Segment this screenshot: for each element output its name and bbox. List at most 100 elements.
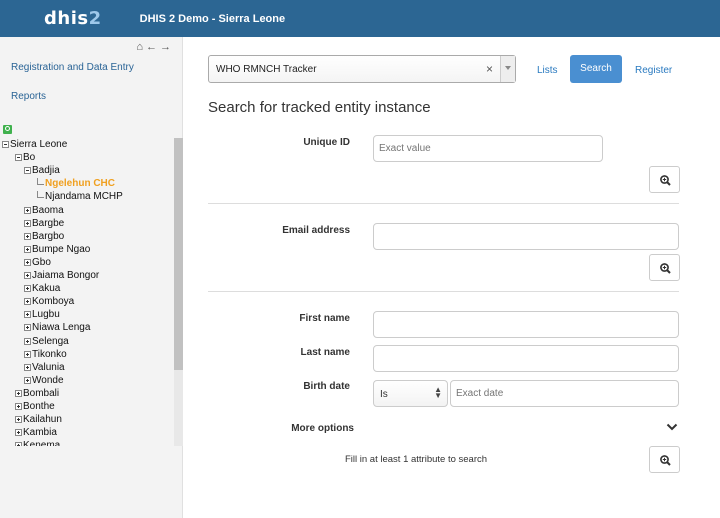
tree-item[interactable]: Ngelehun CHC <box>37 177 115 190</box>
tree-item-label: Bombali <box>23 387 60 399</box>
expand-icon[interactable] <box>24 298 31 306</box>
chevron-down-icon[interactable] <box>500 56 515 82</box>
expand-icon[interactable] <box>24 285 31 293</box>
section-divider <box>208 203 679 204</box>
tree-item[interactable]: Bargbo <box>24 230 64 243</box>
unique-id-input[interactable] <box>373 135 603 162</box>
tree-item[interactable]: Njandama MCHP <box>37 190 123 203</box>
updown-icon: ▲ ▼ <box>434 385 442 400</box>
expand-icon[interactable] <box>15 403 22 410</box>
tree-item-label: Njandama MCHP <box>45 191 123 203</box>
tree-item-label: Bargbe <box>32 217 65 229</box>
tree-item[interactable]: Komboya <box>24 295 74 308</box>
tree-item[interactable]: Baoma <box>24 204 64 217</box>
chevron-down-icon[interactable] <box>666 423 678 431</box>
tree-item[interactable]: Badjia <box>24 164 60 177</box>
tree-item-label: Kailahun <box>23 414 62 426</box>
app-title: DHIS 2 Demo - Sierra Leone <box>139 12 286 25</box>
register-link[interactable]: Register <box>635 65 672 76</box>
tree-item[interactable]: Gbo <box>24 256 51 269</box>
first-name-input[interactable] <box>373 311 679 338</box>
collapse-icon[interactable] <box>24 167 31 175</box>
tree-item[interactable]: Kailahun <box>15 413 62 426</box>
tree-item[interactable]: Sierra Leone <box>2 138 67 151</box>
expand-icon[interactable] <box>24 232 31 240</box>
tree-item-label: Komboya <box>32 296 75 308</box>
tree-item[interactable]: Selenga <box>24 335 69 348</box>
expand-icon[interactable] <box>15 416 22 424</box>
birth-date-input[interactable] <box>450 380 679 407</box>
tree-item[interactable]: Bumpe Ngao <box>24 243 90 256</box>
tree-item[interactable]: Wonde <box>24 374 64 387</box>
expand-icon[interactable] <box>24 337 31 345</box>
expand-icon[interactable] <box>24 219 31 227</box>
tree-item[interactable]: Lugbu <box>24 308 60 321</box>
program-select[interactable]: WHO RMNCH Tracker × <box>208 55 516 83</box>
collapse-icon[interactable] <box>2 141 9 148</box>
birth-date-operator-select[interactable]: Is ▲ ▼ <box>373 380 448 407</box>
last-name-label: Last name <box>300 347 350 358</box>
org-unit-tree: Sierra Leone Bo Badjia Ngelehun CHC Njandama… <box>0 138 174 446</box>
expand-icon[interactable] <box>24 363 31 371</box>
tree-item-label: Selenga <box>32 335 69 347</box>
home-icon[interactable]: ⌂ <box>136 41 146 53</box>
tree-item[interactable]: Niawa Lenga <box>24 321 90 334</box>
expand-icon[interactable] <box>24 258 31 266</box>
tree-item[interactable]: Tikonko <box>24 348 67 361</box>
dhis2-logo[interactable]: dhis2 <box>44 8 102 29</box>
unique-id-label: Unique ID <box>303 137 350 148</box>
arrow-right-icon[interactable]: → <box>160 41 174 53</box>
expand-icon[interactable] <box>24 245 31 253</box>
arrow-left-icon[interactable]: ← <box>146 41 160 53</box>
tree-item-label: Gbo <box>32 256 51 268</box>
tree-item[interactable]: Bombali <box>15 387 59 400</box>
tree-item[interactable]: Valunia <box>24 361 65 374</box>
reports-link[interactable]: Reports <box>11 91 46 102</box>
clear-icon[interactable]: × <box>486 62 493 76</box>
search-all-button[interactable] <box>649 446 680 473</box>
tree-item-label: Lugbu <box>32 309 60 321</box>
lists-link[interactable]: Lists <box>537 65 558 76</box>
birth-date-label: Birth date <box>303 381 350 392</box>
tree-item[interactable]: Bargbe <box>24 217 64 230</box>
expand-icon[interactable] <box>24 350 31 358</box>
expand-icon[interactable] <box>15 389 22 397</box>
tree-item[interactable]: Bonthe <box>15 400 55 413</box>
more-options-toggle[interactable]: More options <box>204 423 354 434</box>
tree-item[interactable]: Kenema <box>15 439 60 446</box>
search-unique-id-button[interactable] <box>649 166 680 193</box>
tree-item-label: Baoma <box>32 204 64 216</box>
zoom-in-icon <box>660 263 671 274</box>
tree-item[interactable]: Kakua <box>24 282 60 295</box>
tree-item-label: Kakua <box>32 283 61 295</box>
tree-item-label: Niawa Lenga <box>32 322 91 334</box>
org-unit-search-icon[interactable] <box>3 125 12 134</box>
tree-item-label: Kenema <box>23 440 61 446</box>
section-divider <box>208 291 679 292</box>
tree-item[interactable]: Bo <box>15 151 35 164</box>
expand-icon[interactable] <box>24 324 31 332</box>
sidebar-nav-icons: ⌂←→ <box>136 41 174 53</box>
tree-item-label: Wonde <box>32 374 64 386</box>
registration-data-entry-link[interactable]: Registration and Data Entry <box>11 62 134 73</box>
expand-icon[interactable] <box>24 376 31 384</box>
tree-item[interactable]: Kambia <box>15 426 57 439</box>
zoom-in-icon <box>660 455 671 466</box>
last-name-input[interactable] <box>373 345 679 372</box>
expand-icon[interactable] <box>24 272 31 279</box>
tree-leaf-connector <box>37 177 44 185</box>
search-hint: Fill in at least 1 attribute to search <box>345 454 488 465</box>
expand-icon[interactable] <box>24 206 31 214</box>
expand-icon[interactable] <box>15 442 22 446</box>
search-tab-button[interactable]: Search <box>570 55 622 83</box>
tree-item-label: Kambia <box>23 427 57 439</box>
email-field[interactable] <box>373 223 679 250</box>
email-label: Email address <box>282 225 350 236</box>
expand-icon[interactable] <box>15 429 22 437</box>
expand-icon[interactable] <box>24 311 31 319</box>
collapse-icon[interactable] <box>15 154 22 162</box>
tree-item[interactable]: Jaiama Bongor <box>24 269 99 282</box>
tree-scrollbar-thumb[interactable] <box>174 138 183 370</box>
page-title: Search for tracked entity instance <box>208 99 431 116</box>
search-email-button[interactable] <box>649 254 680 281</box>
